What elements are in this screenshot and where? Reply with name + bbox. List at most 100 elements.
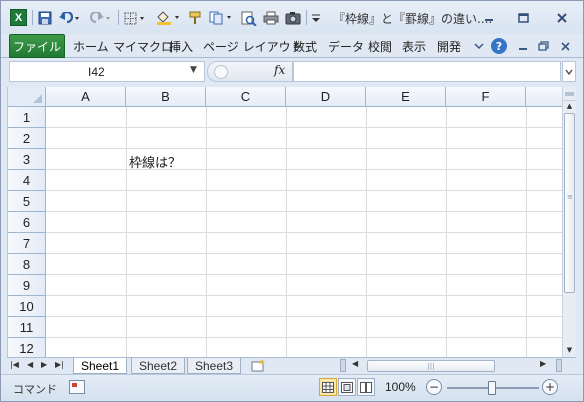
- prev-sheet-icon[interactable]: ◀: [27, 360, 33, 369]
- minimize-button[interactable]: [477, 10, 501, 26]
- gridline: [46, 190, 562, 191]
- gridline: [46, 232, 562, 233]
- tab-split-handle[interactable]: [340, 359, 346, 372]
- horizontal-split-handle[interactable]: [556, 359, 562, 372]
- normal-view-button[interactable]: [319, 378, 337, 396]
- row-header-4[interactable]: 4: [8, 170, 46, 191]
- worksheet-grid[interactable]: A B C D E F 1 2 3 4 5 6 7 8 9 10 11 12 枠…: [7, 87, 562, 357]
- print-preview-icon[interactable]: [240, 10, 258, 26]
- row-header-2[interactable]: 2: [8, 128, 46, 149]
- gridline: [46, 253, 562, 254]
- borders-icon[interactable]: [123, 10, 147, 26]
- row-header-3[interactable]: 3: [8, 149, 46, 170]
- column-header-e[interactable]: E: [366, 87, 446, 107]
- format-painter-icon[interactable]: [187, 10, 205, 26]
- row-header-11[interactable]: 11: [8, 317, 46, 338]
- insert-function-icon[interactable]: fx: [274, 63, 285, 77]
- column-header-a[interactable]: A: [46, 87, 126, 107]
- sheet-tab-bar: |◀ ◀ ▶ ▶| Sheet1 Sheet2 Sheet3 ◀ ||| ▶: [7, 357, 576, 374]
- tab-my-macro[interactable]: マイマクロ: [113, 38, 173, 55]
- camera-icon[interactable]: [284, 10, 302, 26]
- copy-icon[interactable]: [208, 10, 236, 26]
- vertical-scroll-thumb[interactable]: ≡: [564, 113, 575, 293]
- tab-developer[interactable]: 開発: [437, 38, 461, 55]
- cell-b3[interactable]: 枠線は？: [129, 152, 181, 171]
- print-icon[interactable]: [262, 10, 280, 26]
- maximize-button[interactable]: [511, 10, 535, 26]
- column-header-f[interactable]: F: [446, 87, 526, 107]
- page-break-view-button[interactable]: [357, 378, 375, 396]
- scroll-right-icon[interactable]: ▶: [540, 359, 546, 368]
- column-header-b[interactable]: B: [126, 87, 206, 107]
- status-mode: コマンド: [13, 383, 57, 396]
- row-header-12[interactable]: 12: [8, 338, 46, 357]
- scroll-down-icon[interactable]: ▼: [563, 343, 576, 357]
- formula-bar: I42 ▼ fx: [1, 58, 583, 85]
- tab-review[interactable]: 校閲: [368, 38, 392, 55]
- chevron-down-icon[interactable]: ▼: [190, 65, 197, 75]
- horizontal-scroll-thumb[interactable]: |||: [367, 360, 495, 372]
- gridline: [46, 127, 562, 128]
- row-header-1[interactable]: 1: [8, 107, 46, 128]
- row-header-9[interactable]: 9: [8, 275, 46, 296]
- qat-separator: [32, 10, 33, 25]
- insert-sheet-icon[interactable]: [251, 359, 267, 375]
- gridline: [46, 274, 562, 275]
- row-header-5[interactable]: 5: [8, 191, 46, 212]
- workbook-close-icon[interactable]: [557, 38, 573, 54]
- excel-window: X 『枠線』と『罫線』の違い.... ファイル ホーム マイマクロ 挿入 ページ…: [0, 0, 584, 402]
- status-bar: コマンド 100% − +: [1, 374, 583, 401]
- gridline: [46, 148, 562, 149]
- tab-data[interactable]: データ: [328, 38, 364, 55]
- zoom-slider-thumb[interactable]: [488, 381, 496, 395]
- row-header-8[interactable]: 8: [8, 254, 46, 275]
- column-header-d[interactable]: D: [286, 87, 366, 107]
- redo-icon[interactable]: [89, 10, 111, 26]
- tab-home[interactable]: ホーム: [73, 38, 109, 55]
- gridline: [46, 337, 562, 338]
- vertical-scrollbar[interactable]: ▲ ≡ ▼: [562, 87, 576, 357]
- close-button[interactable]: [550, 10, 574, 26]
- tab-view[interactable]: 表示: [402, 38, 426, 55]
- select-all-button[interactable]: [8, 87, 46, 107]
- zoom-level[interactable]: 100%: [385, 380, 416, 394]
- tab-insert[interactable]: 挿入: [169, 38, 193, 55]
- gridline: [46, 211, 562, 212]
- first-sheet-icon[interactable]: |◀: [10, 360, 19, 369]
- next-sheet-icon[interactable]: ▶: [41, 360, 47, 369]
- minimize-ribbon-icon[interactable]: [471, 38, 487, 54]
- formula-input[interactable]: [293, 61, 561, 82]
- workbook-restore-icon[interactable]: [535, 38, 551, 54]
- tab-file[interactable]: ファイル: [9, 34, 65, 58]
- zoom-in-button[interactable]: +: [542, 379, 558, 395]
- last-sheet-icon[interactable]: ▶|: [55, 360, 64, 369]
- help-icon[interactable]: ?: [491, 38, 507, 54]
- macro-record-icon[interactable]: [69, 380, 85, 394]
- zoom-out-button[interactable]: −: [426, 379, 442, 395]
- expand-formula-bar-icon[interactable]: [562, 61, 576, 82]
- fill-color-icon[interactable]: [154, 10, 182, 26]
- column-header-g[interactable]: [526, 87, 562, 107]
- page-layout-view-button[interactable]: [338, 378, 356, 396]
- column-header-c[interactable]: C: [206, 87, 286, 107]
- workbook-minimize-icon[interactable]: [515, 38, 531, 54]
- save-icon[interactable]: [37, 10, 53, 26]
- customize-qat-icon[interactable]: [310, 10, 322, 26]
- scroll-left-icon[interactable]: ◀: [352, 359, 358, 368]
- sheet-tab-2[interactable]: Sheet2: [131, 358, 186, 374]
- row-header-10[interactable]: 10: [8, 296, 46, 317]
- sheet-tab-3[interactable]: Sheet3: [187, 358, 242, 374]
- excel-app-icon[interactable]: X: [10, 9, 27, 26]
- document-title: 『枠線』と『罫線』の違い....: [333, 12, 493, 26]
- row-header-7[interactable]: 7: [8, 233, 46, 254]
- sheet-tab-1[interactable]: Sheet1: [73, 358, 128, 374]
- qat-separator: [306, 10, 307, 25]
- scroll-up-icon[interactable]: ▲: [563, 99, 576, 113]
- name-box[interactable]: I42 ▼: [9, 61, 205, 82]
- tab-formulas[interactable]: 数式: [293, 38, 317, 55]
- row-header-6[interactable]: 6: [8, 212, 46, 233]
- formula-bar-splitter-icon[interactable]: [214, 65, 228, 79]
- name-box-value: I42: [88, 65, 105, 79]
- undo-icon[interactable]: [58, 10, 80, 26]
- tab-page-layout[interactable]: ページ レイアウト: [203, 38, 303, 55]
